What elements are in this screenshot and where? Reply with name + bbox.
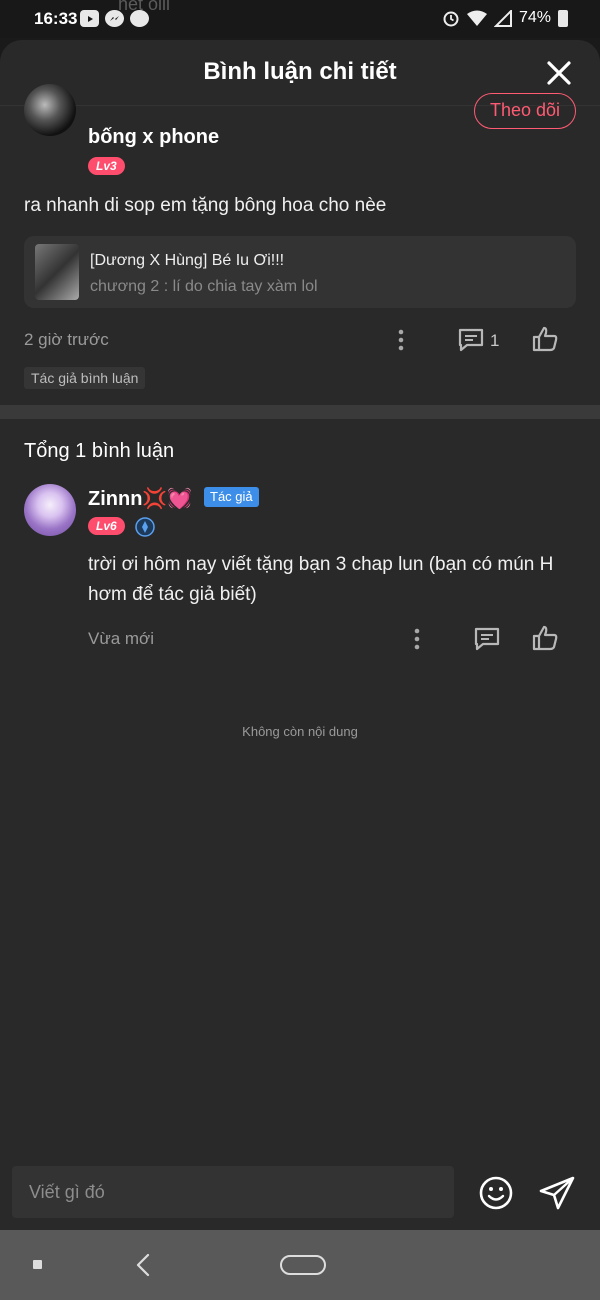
reply-username[interactable]: Zinnn💢💓: [88, 486, 192, 511]
notification-icons: [80, 10, 149, 27]
comment-text: ra nhanh di sop em tặng bông hoa cho nèe: [24, 195, 387, 216]
avatar[interactable]: [24, 84, 76, 136]
level-badge: Lv3: [88, 157, 125, 175]
messenger-icon: [105, 10, 124, 27]
battery-percent: 74%: [518, 9, 551, 26]
like-icon[interactable]: [530, 623, 560, 653]
reply-text: trời ơi hôm nay viết tặng bạn 3 chap lun…: [88, 554, 554, 605]
youtube-icon: [80, 10, 99, 27]
comment-time: 2 giờ trước: [24, 330, 109, 349]
chat-icon: [130, 10, 149, 27]
system-nav-bar: [0, 1230, 600, 1300]
signal-icon: [493, 9, 512, 27]
status-bar: hết oiii 16:33 74%: [0, 0, 600, 38]
alarm-icon: [443, 11, 459, 27]
nav-home-icon[interactable]: [280, 1255, 326, 1275]
author-comment-tag: Tác giả bình luận: [24, 367, 146, 389]
wifi-icon: [466, 10, 487, 26]
nav-recents-icon[interactable]: [33, 1260, 42, 1269]
system-icons: 74%: [442, 9, 568, 27]
reply-count: 1: [490, 331, 500, 350]
more-icon[interactable]: [386, 325, 416, 355]
battery-icon: [558, 9, 568, 27]
story-thumbnail: [35, 244, 79, 300]
level-badge: Lv6: [88, 517, 125, 535]
story-card[interactable]: [Dương X Hùng] Bé Iu Ơi!!! chương 2 : lí…: [24, 236, 576, 308]
story-title: [Dương X Hùng] Bé Iu Ơi!!!: [90, 252, 285, 269]
sheet-title: Bình luận chi tiết: [203, 58, 397, 85]
comment-input-bar: Viết gì đó: [0, 1160, 600, 1230]
comment-icon[interactable]: [456, 325, 486, 355]
comment-username[interactable]: bống x phone: [88, 126, 219, 149]
like-icon[interactable]: [530, 324, 560, 354]
more-icon[interactable]: [402, 624, 432, 654]
end-of-content-text: Không còn nội dung: [242, 724, 358, 739]
total-comments: Tổng 1 bình luận: [24, 440, 175, 462]
emoji-icon[interactable]: [478, 1175, 514, 1211]
comment-icon[interactable]: [472, 624, 502, 654]
avatar[interactable]: [24, 484, 76, 536]
reply-time: Vừa mới: [88, 629, 154, 648]
author-badge: Tác giả: [204, 487, 259, 507]
follow-button[interactable]: Theo dõi: [474, 93, 576, 129]
close-icon[interactable]: [544, 58, 574, 88]
nav-back-icon[interactable]: [133, 1252, 153, 1278]
send-icon[interactable]: [538, 1175, 576, 1211]
verify-icon: [135, 517, 155, 537]
comment-input[interactable]: Viết gì đó: [12, 1166, 454, 1218]
status-time: 16:33: [34, 9, 78, 28]
story-chapter: chương 2 : lí do chia tay xàm lol: [90, 278, 318, 295]
section-divider: [0, 405, 600, 419]
